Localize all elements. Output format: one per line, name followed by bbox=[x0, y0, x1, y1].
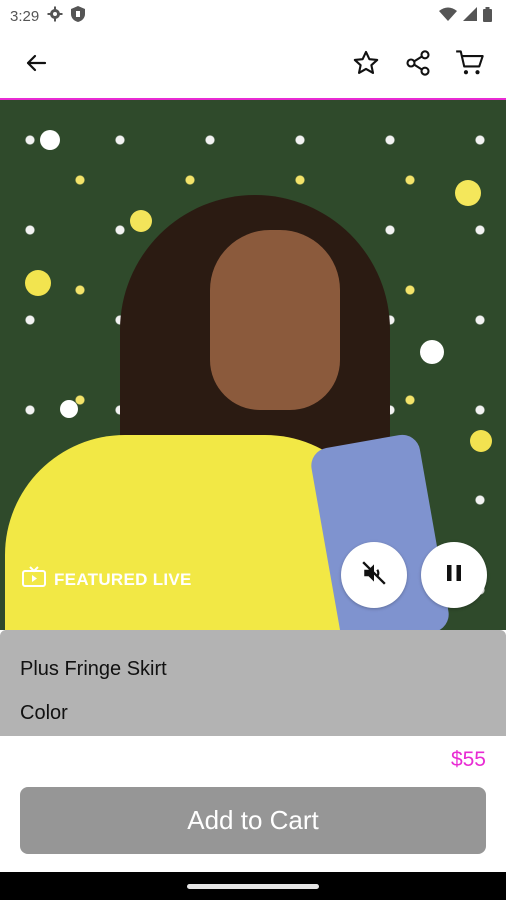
wifi-icon bbox=[439, 7, 457, 25]
featured-live-badge: FEATURED LIVE bbox=[22, 566, 192, 593]
product-name: Plus Fringe Skirt bbox=[20, 658, 167, 680]
star-icon bbox=[352, 49, 380, 82]
color-selector-label[interactable]: Color bbox=[20, 702, 68, 725]
signal-icon bbox=[463, 7, 477, 25]
live-video-player[interactable]: FEATURED LIVE bbox=[0, 100, 506, 630]
arrow-left-icon bbox=[24, 51, 48, 80]
app-bar bbox=[0, 32, 506, 98]
person-face bbox=[210, 230, 340, 410]
flower-decoration bbox=[25, 270, 51, 296]
shield-icon bbox=[71, 6, 86, 26]
flower-decoration bbox=[130, 210, 152, 232]
flower-decoration bbox=[420, 340, 444, 364]
home-gesture-handle[interactable] bbox=[187, 884, 319, 889]
system-navigation-bar bbox=[0, 872, 506, 900]
share-button[interactable] bbox=[402, 49, 434, 81]
product-info-panel: Plus Fringe Skirt Color bbox=[0, 630, 506, 736]
tv-icon bbox=[22, 566, 46, 593]
status-bar: 3:29 bbox=[0, 0, 506, 32]
pause-icon bbox=[443, 562, 465, 589]
app-bar-actions bbox=[350, 49, 486, 81]
mute-button[interactable] bbox=[341, 542, 407, 608]
flower-decoration bbox=[40, 130, 60, 150]
muted-speaker-icon bbox=[361, 560, 387, 591]
cart-button[interactable] bbox=[454, 49, 486, 81]
favorite-button[interactable] bbox=[350, 49, 382, 81]
status-left: 3:29 bbox=[10, 6, 86, 26]
flower-decoration bbox=[470, 430, 492, 452]
share-icon bbox=[404, 49, 432, 82]
status-time: 3:29 bbox=[10, 7, 40, 25]
flower-decoration bbox=[60, 400, 78, 418]
add-to-cart-button[interactable]: Add to Cart bbox=[20, 787, 486, 854]
product-price: $55 bbox=[450, 748, 486, 771]
flower-decoration bbox=[455, 180, 481, 206]
battery-icon bbox=[483, 6, 492, 26]
gear-icon bbox=[47, 6, 63, 26]
featured-live-label: FEATURED LIVE bbox=[54, 569, 192, 589]
pause-button[interactable] bbox=[421, 542, 487, 608]
cart-icon bbox=[455, 49, 485, 82]
status-right bbox=[439, 6, 492, 26]
back-button[interactable] bbox=[20, 49, 52, 81]
